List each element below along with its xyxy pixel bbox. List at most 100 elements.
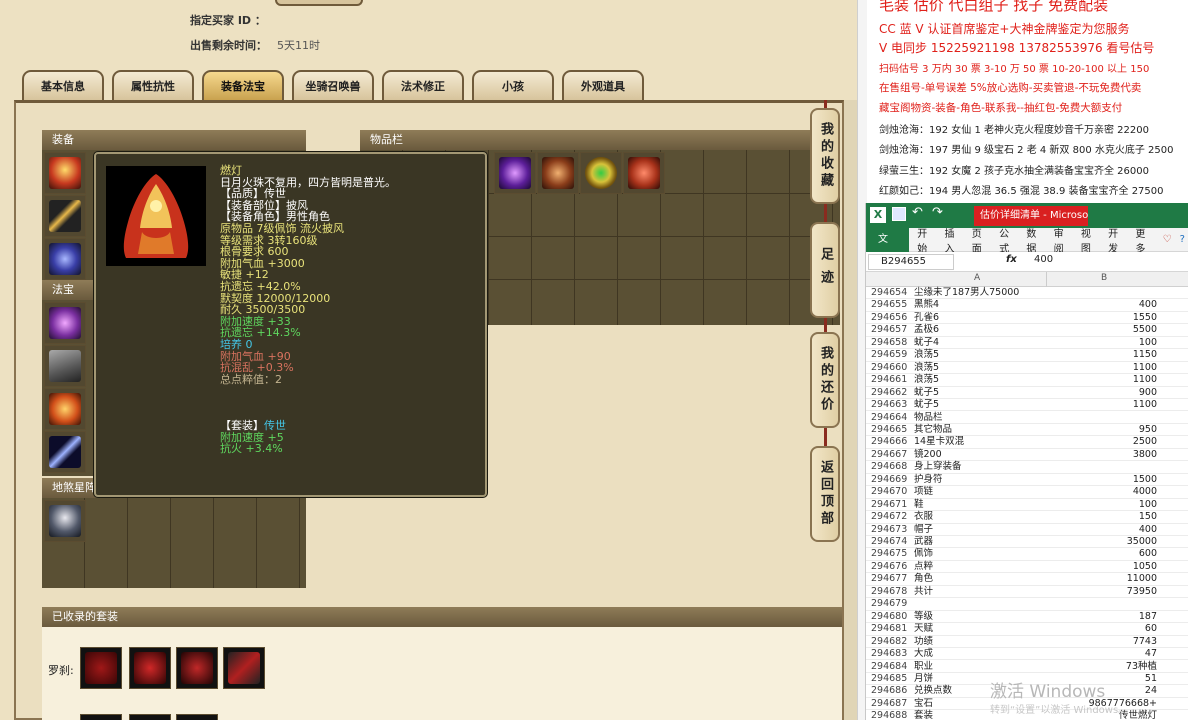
ribbon-tab-formulas[interactable]: 公式 xyxy=(995,225,1022,255)
cell-a[interactable]: 蚘子5 xyxy=(914,399,939,411)
column-header-a[interactable]: A xyxy=(974,273,980,283)
my-offer-button[interactable]: 我的还价 xyxy=(810,332,840,428)
cell-b[interactable]: 1500 xyxy=(1047,474,1157,486)
cell-b[interactable]: 11000 xyxy=(1047,573,1157,585)
sheet-row[interactable]: 294674 武器 35000 xyxy=(866,536,1188,549)
cell-a[interactable]: 鞋 xyxy=(914,499,924,511)
cell-a[interactable]: 月饼 xyxy=(914,673,933,685)
equip-slot-weapon[interactable] xyxy=(44,195,86,237)
cell-b[interactable]: 1550 xyxy=(1047,312,1157,324)
cell-b[interactable]: 60 xyxy=(1047,623,1157,635)
sheet-row[interactable]: 294662 蚘子5 900 xyxy=(866,387,1188,400)
sheet-row[interactable]: 294671 鞋 100 xyxy=(866,499,1188,512)
back-to-top-button[interactable]: 返回顶部 xyxy=(810,446,840,542)
cell-a[interactable]: 点粹 xyxy=(914,561,933,573)
set-item-7[interactable] xyxy=(176,714,218,720)
cell-b[interactable]: 100 xyxy=(1047,337,1157,349)
ribbon-tab-more[interactable]: 更多 xyxy=(1131,225,1158,255)
fabao-slot-3[interactable] xyxy=(44,388,86,430)
sheet-row[interactable]: 294657 孟极6 5500 xyxy=(866,324,1188,337)
cell-b[interactable]: 1050 xyxy=(1047,561,1157,573)
cell-a[interactable]: 套装 xyxy=(914,710,933,720)
fabao-slot-2[interactable] xyxy=(44,345,86,387)
tab-mounts[interactable]: 坐骑召唤兽 xyxy=(292,70,374,100)
favorites-button[interactable]: 我的收藏 xyxy=(810,108,840,204)
sheet-row[interactable]: 294682 功绩 7743 xyxy=(866,636,1188,649)
cell-a[interactable]: 孟极6 xyxy=(914,324,939,336)
sheet-row[interactable]: 294663 蚘子5 1100 xyxy=(866,399,1188,412)
ribbon-tab-insert[interactable]: 插入 xyxy=(941,225,968,255)
fabao-slot-4[interactable] xyxy=(44,431,86,473)
tab-equipment[interactable]: 装备法宝 xyxy=(202,70,284,100)
cell-a[interactable]: 武器 xyxy=(914,536,933,548)
cell-a[interactable]: 共计 xyxy=(914,586,933,598)
cell-b[interactable]: 400 xyxy=(1047,299,1157,311)
tab-appearance[interactable]: 外观道具 xyxy=(562,70,644,100)
panel-scrollbar[interactable] xyxy=(844,100,857,720)
cell-a[interactable]: 职业 xyxy=(914,661,933,673)
sheet-row[interactable]: 294678 共计 73950 xyxy=(866,586,1188,599)
sheet-row[interactable]: 294668 身上穿装备 xyxy=(866,461,1188,474)
sheet-row[interactable]: 294667 镜200 3800 xyxy=(866,449,1188,462)
formula-input[interactable]: 400 xyxy=(1034,254,1053,265)
set-item-6[interactable] xyxy=(129,714,171,720)
sheet-row[interactable]: 294660 浪荡5 1100 xyxy=(866,362,1188,375)
ribbon-tab-developer[interactable]: 开发 xyxy=(1104,225,1131,255)
cell-b[interactable]: 1150 xyxy=(1047,349,1157,361)
sheet-row[interactable]: 294680 等级 187 xyxy=(866,611,1188,624)
cell-b[interactable]: 100 xyxy=(1047,499,1157,511)
sheet-row[interactable]: 294664 物品栏 xyxy=(866,412,1188,424)
equip-slot-cape[interactable] xyxy=(44,152,86,194)
cell-a[interactable]: 孔雀6 xyxy=(914,312,939,324)
sheet-row[interactable]: 294655 黑熊4 400 xyxy=(866,299,1188,312)
sheet-row[interactable]: 294658 蚘子4 100 xyxy=(866,337,1188,350)
set-item-3[interactable] xyxy=(176,647,218,689)
ribbon-tab-data[interactable]: 数据 xyxy=(1022,225,1049,255)
inventory-slot-2[interactable] xyxy=(537,152,579,194)
tab-spells[interactable]: 法术修正 xyxy=(382,70,464,100)
cell-a[interactable]: 浪荡5 xyxy=(914,349,939,361)
cell-b[interactable]: 1100 xyxy=(1047,399,1157,411)
inventory-slot-1[interactable] xyxy=(494,152,536,194)
cell-b[interactable]: 900 xyxy=(1047,387,1157,399)
sheet-row[interactable]: 294677 角色 11000 xyxy=(866,573,1188,586)
set-item-5[interactable] xyxy=(80,714,122,720)
cell-a[interactable]: 护身符 xyxy=(914,474,943,486)
cell-b[interactable]: 5500 xyxy=(1047,324,1157,336)
footprint-button[interactable]: 足迹 xyxy=(810,222,840,318)
sheet-row[interactable]: 294656 孔雀6 1550 xyxy=(866,312,1188,325)
cell-a[interactable]: 物品栏 xyxy=(914,412,943,424)
cell-b[interactable]: 150 xyxy=(1047,511,1157,523)
cell-a[interactable]: 等级 xyxy=(914,611,933,623)
sheet-row[interactable]: 294681 天赋 60 xyxy=(866,623,1188,636)
fx-icon[interactable]: fx xyxy=(1006,254,1017,265)
ribbon-tab-layout[interactable]: 页面 xyxy=(968,225,995,255)
cell-b[interactable]: 2500 xyxy=(1047,436,1157,448)
cell-a[interactable]: 衣服 xyxy=(914,511,933,523)
sheet-row[interactable]: 294676 点粹 1050 xyxy=(866,561,1188,574)
tab-children[interactable]: 小孩 xyxy=(472,70,554,100)
column-header-b[interactable]: B xyxy=(1101,273,1107,283)
cell-b[interactable]: 73种植 xyxy=(1047,661,1157,673)
ribbon-tab-file[interactable]: 文件 xyxy=(866,227,910,269)
sheet-row[interactable]: 294659 浪荡5 1150 xyxy=(866,349,1188,362)
cell-a[interactable]: 佩饰 xyxy=(914,548,933,560)
cell-a[interactable]: 身上穿装备 xyxy=(914,461,962,473)
sheet-row[interactable]: 294669 护身符 1500 xyxy=(866,474,1188,487)
cell-b[interactable]: 47 xyxy=(1047,648,1157,660)
ribbon-tab-review[interactable]: 审阅 xyxy=(1050,225,1077,255)
cell-b[interactable]: 1100 xyxy=(1047,374,1157,386)
cell-a[interactable]: 功绩 xyxy=(914,636,933,648)
cell-a[interactable]: 其它物品 xyxy=(914,424,952,436)
cell-a[interactable]: 兑换点数 xyxy=(914,685,952,697)
inventory-slot-3[interactable] xyxy=(580,152,622,194)
fabao-slot-1[interactable] xyxy=(44,302,86,344)
heart-icon[interactable]: ♡ xyxy=(1159,234,1176,245)
redo-icon[interactable]: ↷ xyxy=(932,205,943,220)
undo-icon[interactable]: ↶ xyxy=(912,205,923,220)
cell-b[interactable]: 187 xyxy=(1047,611,1157,623)
tab-attributes[interactable]: 属性抗性 xyxy=(112,70,194,100)
sheet-row[interactable]: 294684 职业 73种植 xyxy=(866,661,1188,673)
set-item-2[interactable] xyxy=(129,647,171,689)
cell-a[interactable]: 蚘子5 xyxy=(914,387,939,399)
